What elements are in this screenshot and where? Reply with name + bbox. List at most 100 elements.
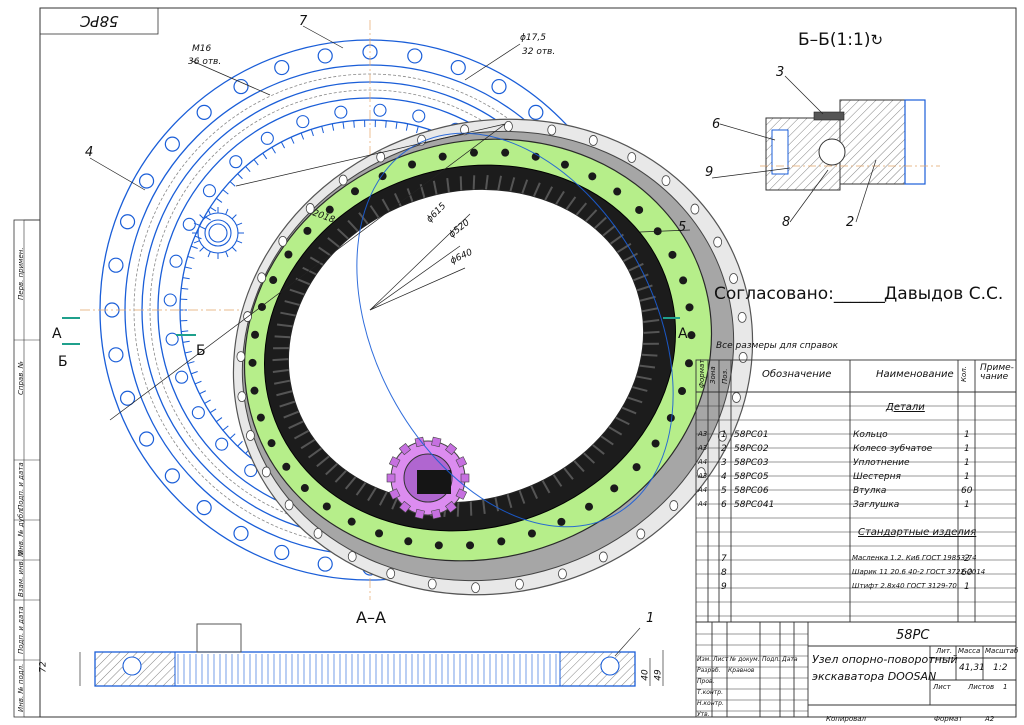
section-mark-b-inner: Б: [196, 343, 206, 359]
bolt-hole: [229, 155, 243, 169]
top-code: 58PC: [80, 12, 119, 30]
gear-tooth: [181, 330, 189, 333]
part-qty: 1: [964, 500, 970, 510]
callout-3: 3: [776, 65, 785, 80]
std-pos: 9: [721, 582, 727, 592]
gear-tooth: [182, 277, 190, 280]
dim-m16: М16: [192, 44, 212, 54]
bolt-hole: [138, 431, 155, 447]
std-name: Масленка 1.2. Ки6 ГОСТ 19853-74: [852, 554, 977, 562]
format-label: Формат: [934, 715, 963, 723]
part-code: 58PC01: [734, 430, 769, 440]
title-col-header: Подп.: [762, 656, 781, 663]
rim-hole: [236, 351, 246, 362]
part-format: А4: [698, 458, 708, 466]
pinion-tooth: [386, 473, 396, 483]
std-qty: 60: [961, 568, 973, 578]
sheets-value: 1: [1003, 683, 1008, 691]
gear-tooth: [290, 136, 295, 144]
ring-hole: [347, 517, 356, 526]
ring-hole: [613, 187, 622, 196]
spec-header-zone: Зона: [709, 366, 717, 384]
dim-49: 49: [653, 669, 664, 681]
ring-hole: [635, 205, 644, 214]
gear-tooth: [385, 120, 387, 128]
gear-tooth: [229, 181, 236, 187]
ring-hole: [678, 387, 687, 396]
ring-hole: [303, 226, 312, 235]
bolt-hole: [215, 437, 229, 451]
bolt-hole: [274, 544, 290, 561]
drawing-canvas: [13, 7, 1017, 718]
ring-hole: [434, 541, 443, 550]
ring-tooth: [459, 176, 463, 191]
rim-hole: [588, 135, 598, 146]
title-role: Разраб.: [697, 667, 721, 674]
part-name: Втулка: [853, 486, 887, 496]
bolt-hole: [175, 370, 189, 384]
gear-tooth: [271, 147, 276, 154]
gear-tooth: [245, 166, 251, 173]
bolt-hole: [196, 500, 212, 516]
ring-hole: [408, 160, 417, 169]
callout-6: 6: [712, 117, 721, 132]
ring-hole: [560, 160, 569, 169]
part-code: 58PC03: [734, 458, 769, 468]
ring-hole: [687, 331, 696, 340]
ring-hole: [668, 250, 677, 259]
part-format: А4: [698, 486, 708, 494]
spec-header-name: Наименование: [876, 369, 954, 380]
rim-hole: [515, 578, 524, 590]
section-aa-title: А–А: [356, 608, 386, 627]
ring-hole: [269, 276, 278, 285]
pinion-tooth: [225, 208, 229, 215]
rim-hole: [284, 499, 294, 511]
title-col-header: Дата: [782, 656, 798, 663]
pinion-tooth: [414, 436, 425, 448]
gear-tooth: [190, 245, 198, 249]
gear-tooth: [416, 126, 419, 134]
gear-tooth: [215, 417, 223, 423]
rim-hole: [669, 500, 679, 511]
spec-section-std: Стандартные изделия: [858, 527, 977, 538]
spec-header-pos: Поз.: [721, 368, 729, 385]
part-code: 58PC06: [734, 486, 769, 496]
side-stamp-2: Справ. №: [17, 360, 25, 395]
ring-hole: [248, 358, 257, 367]
rim-hole: [729, 273, 738, 284]
gear-tooth: [237, 440, 243, 447]
sheets-label: Листов: [968, 683, 995, 691]
rim-hole: [732, 392, 741, 403]
ring-hole: [585, 502, 594, 511]
gear-tooth: [209, 408, 217, 414]
title-role: Т.контр.: [697, 689, 724, 696]
rim-hole: [547, 124, 557, 136]
spec-header-format: Формат: [698, 359, 706, 388]
part-pos: 6: [721, 500, 727, 510]
bolt-hole: [274, 59, 290, 76]
ring-tooth: [469, 501, 473, 516]
pinion-tooth: [199, 246, 205, 252]
pinion-drawing: [197, 212, 239, 254]
gear-tooth: [331, 123, 335, 131]
bolt-hole: [233, 78, 249, 95]
title-col-header: Изм.: [697, 656, 712, 663]
ring-hole: [438, 152, 447, 161]
ring-hole: [679, 276, 688, 285]
part-name: Заглушка: [853, 500, 900, 510]
part-code: 58PC02: [734, 444, 769, 454]
gear-tooth: [215, 197, 223, 203]
title-block-code: 58PC: [896, 628, 930, 643]
mass-value: 41,31: [959, 663, 985, 673]
ring-hole: [632, 463, 641, 472]
dim-d175: ϕ17,5: [520, 33, 546, 43]
bolt-hole: [164, 136, 180, 152]
rim-hole: [347, 551, 357, 562]
gear-tooth: [222, 425, 229, 431]
side-stamp-6: Подп. и дата: [17, 606, 25, 654]
section-bb-view: [760, 99, 940, 191]
gear-tooth: [204, 399, 211, 404]
bolt-hole: [202, 184, 217, 198]
gear-tooth: [342, 121, 345, 129]
ring-hole: [588, 172, 597, 181]
